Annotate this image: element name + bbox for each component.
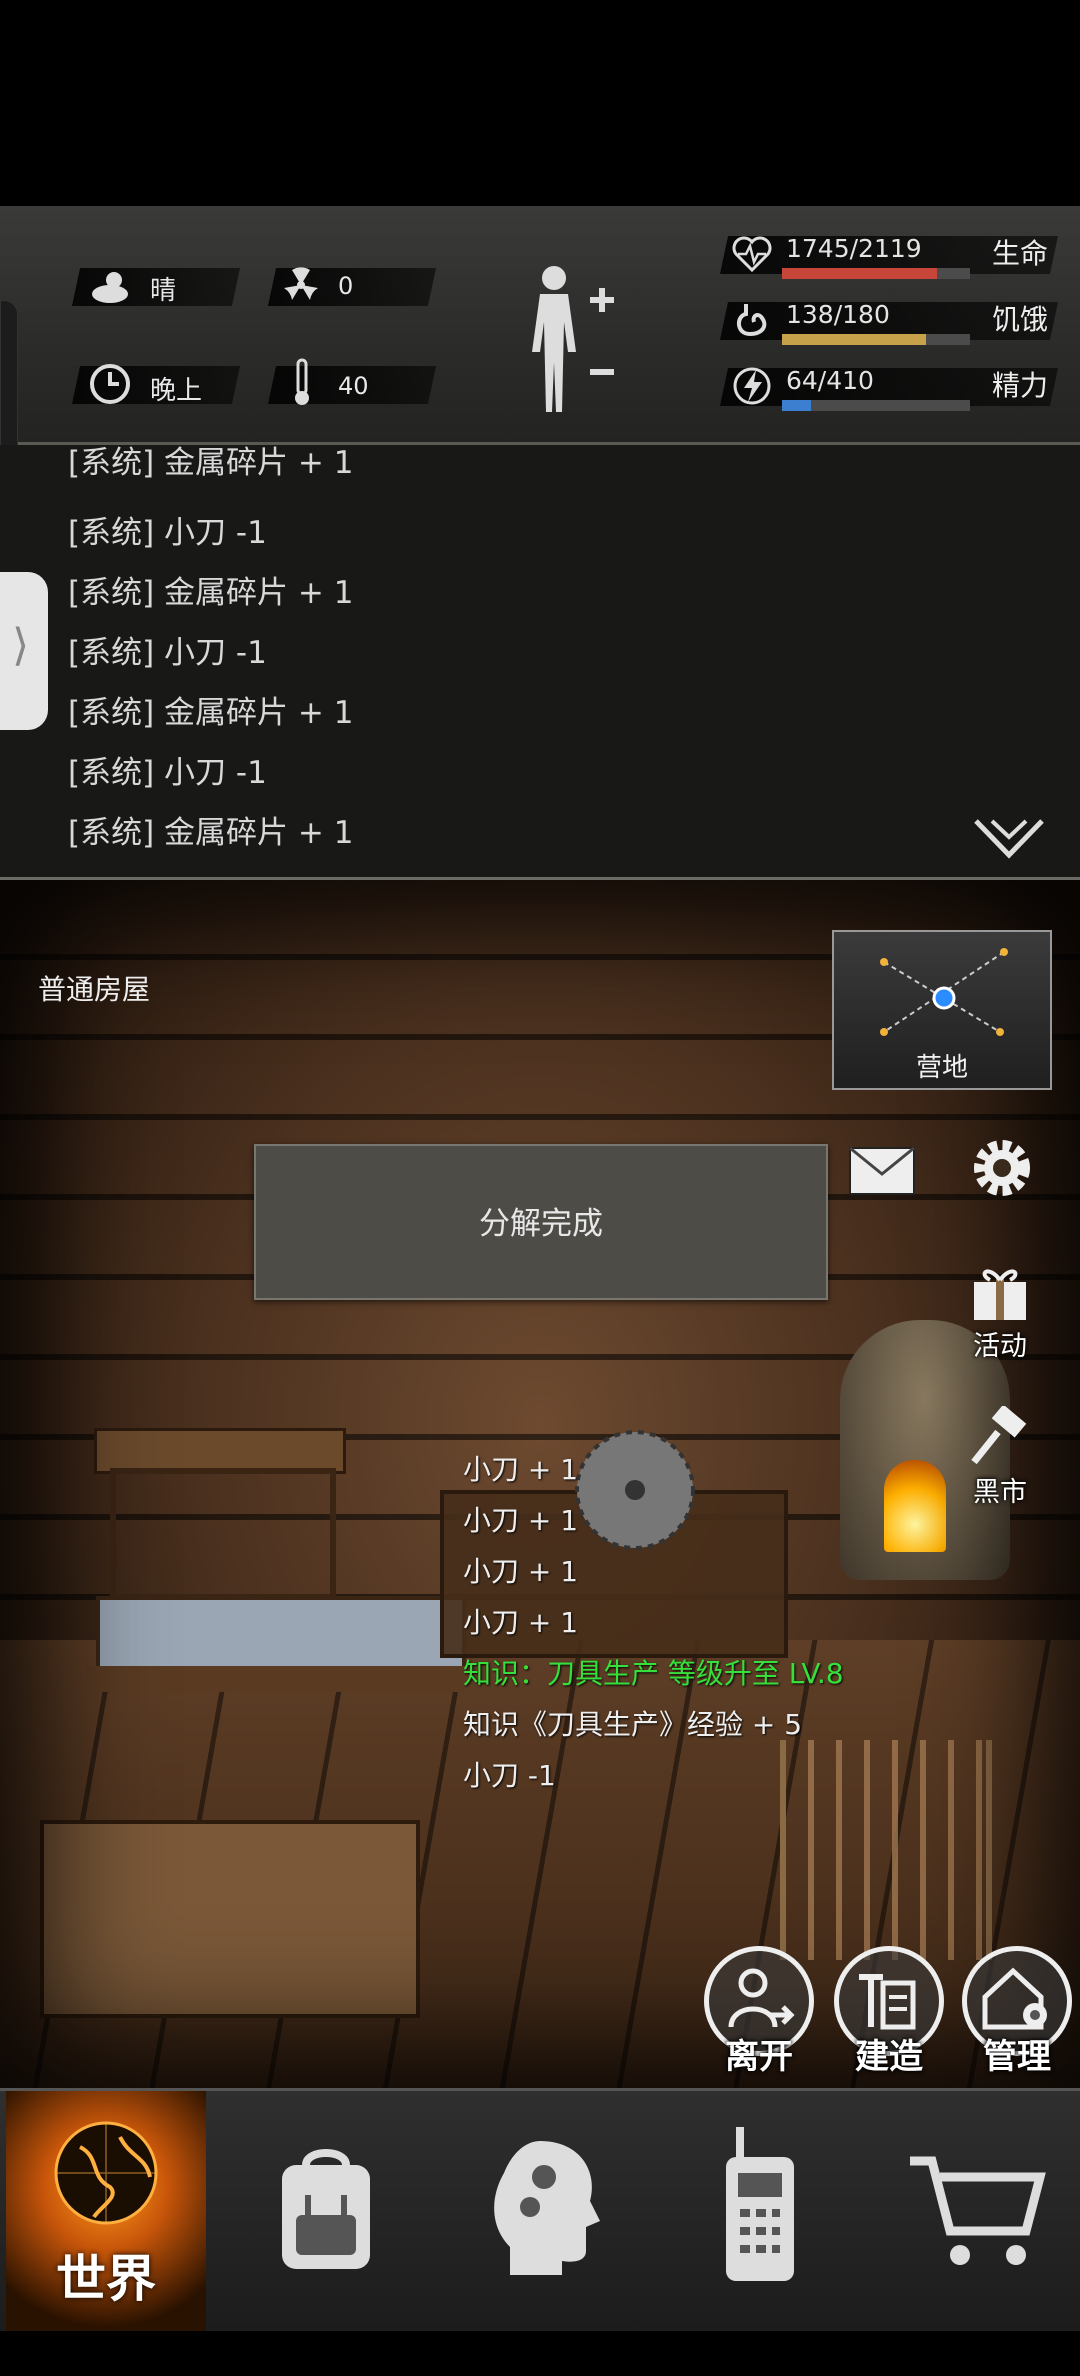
nav-world[interactable]: 世界 xyxy=(6,2091,206,2331)
shopping-cart-icon xyxy=(910,2156,1046,2265)
drying-rack[interactable] xyxy=(780,1740,992,1960)
toast-text: 分解完成 xyxy=(479,1206,603,1242)
globe-icon xyxy=(54,2121,158,2225)
lightning-icon xyxy=(733,367,771,405)
health-bar xyxy=(782,268,970,279)
head-gears-icon xyxy=(494,2141,600,2275)
hunger-value: 138/180 xyxy=(786,300,890,329)
health-label: 生命 xyxy=(992,237,1049,270)
cloudy-sun-icon xyxy=(92,272,128,303)
thermometer-icon xyxy=(295,358,309,405)
radiation-value: 0 xyxy=(338,272,354,300)
toast-message: 分解完成 xyxy=(254,1144,828,1300)
hunger-label: 饥饿 xyxy=(992,303,1049,336)
log-line: [系统] 小刀 -1 xyxy=(68,515,267,551)
activity-message: 小刀 -1 xyxy=(463,1759,556,1792)
workbench-frame xyxy=(110,1468,336,1600)
settings-gear-icon[interactable] xyxy=(964,1130,1040,1206)
activity-message: 知识《刀具生产》经验 + 5 xyxy=(463,1708,803,1741)
minimap-label: 营地 xyxy=(915,1053,968,1083)
clock-icon xyxy=(90,364,130,404)
stomach-icon xyxy=(737,304,767,337)
saw-blade-icon xyxy=(575,1430,695,1550)
walkie-talkie-icon xyxy=(726,2127,794,2281)
leave-button[interactable]: 离开 xyxy=(704,1946,814,2077)
activity-label: 活动 xyxy=(973,1331,1027,1362)
log-line: [系统] 金属碎片 + 1 xyxy=(68,575,354,611)
activity-button[interactable]: 活动 xyxy=(960,1264,1040,1364)
leave-label: 离开 xyxy=(725,2037,793,2077)
nav-world-label: 世界 xyxy=(56,2250,156,2308)
bed[interactable] xyxy=(96,1596,466,1674)
house-gear-icon xyxy=(982,1967,1047,2030)
side-drawer-tab[interactable]: ⟩ xyxy=(0,572,48,730)
nav-skills[interactable] xyxy=(470,2091,620,2331)
activity-message: 小刀 + 1 xyxy=(463,1606,579,1639)
manage-button[interactable]: 管理 xyxy=(962,1946,1072,2077)
knowledge-levelup-message: 知识：刀具生产 等级升至 LV.8 xyxy=(463,1657,844,1690)
heart-pulse-icon xyxy=(732,236,772,273)
health-value: 1745/2119 xyxy=(786,234,922,263)
bottom-nav: 世界 xyxy=(0,2088,1080,2331)
room-name: 普通房屋 xyxy=(38,973,151,1006)
hammer-building-icon xyxy=(859,1974,916,2030)
build-label: 建造 xyxy=(855,2037,923,2077)
furnace-fire xyxy=(884,1460,946,1552)
nav-backpack[interactable] xyxy=(236,2091,416,2331)
log-line: [系统] 小刀 -1 xyxy=(68,755,267,791)
activity-message: 小刀 + 1 xyxy=(463,1453,579,1486)
energy-value: 64/410 xyxy=(786,366,874,395)
activity-message: 小刀 + 1 xyxy=(463,1504,579,1537)
mail-icon[interactable] xyxy=(848,1144,916,1200)
collapse-chevron-icon[interactable] xyxy=(972,815,1046,861)
bed-frame xyxy=(86,1666,468,1692)
build-button[interactable]: 建造 xyxy=(834,1946,944,2077)
minimap-button[interactable]: 营地 xyxy=(832,930,1052,1090)
body-status-icon[interactable] xyxy=(522,262,622,422)
log-line: [系统] 金属碎片 + 1 xyxy=(68,695,354,731)
backpack-icon xyxy=(282,2149,370,2269)
map-route-icon xyxy=(880,948,1008,1036)
log-line: [系统] 金属碎片 + 1 xyxy=(68,445,354,481)
radiation-icon xyxy=(284,267,318,300)
log-line: [系统] 小刀 -1 xyxy=(68,635,267,671)
storage-chest[interactable] xyxy=(40,1820,420,2018)
chevron-right-icon: ⟩ xyxy=(12,620,30,671)
room-scene: 普通房屋 营地 分解完成 活动 黑市 小刀 + 1 小刀 + 1 小刀 + 1 … xyxy=(0,880,1080,2088)
log-line: [系统] 金属碎片 + 1 xyxy=(68,815,354,851)
person-exit-icon xyxy=(728,1968,795,2028)
gavel-icon xyxy=(971,1406,1027,1465)
energy-bar xyxy=(782,400,970,411)
nav-radio[interactable] xyxy=(700,2091,830,2331)
activity-message: 小刀 + 1 xyxy=(463,1555,579,1588)
status-panel: 晴 0 晚上 40 1745/2119 生命 138/180 饥饿 64/410… xyxy=(0,206,1080,445)
weather-text: 晴 xyxy=(150,276,177,306)
energy-label: 精力 xyxy=(992,369,1049,402)
time-of-day-text: 晚上 xyxy=(150,376,203,406)
nav-shop[interactable] xyxy=(900,2091,1060,2331)
message-log[interactable]: [系统] 金属碎片 + 1 [系统] 小刀 -1 [系统] 金属碎片 + 1 [… xyxy=(0,445,1080,880)
temperature-value: 40 xyxy=(338,372,369,400)
black-market-label: 黑市 xyxy=(973,1477,1027,1508)
manage-label: 管理 xyxy=(983,2037,1051,2077)
hunger-bar xyxy=(782,334,970,345)
black-market-button[interactable]: 黑市 xyxy=(960,1406,1040,1516)
gift-icon xyxy=(974,1269,1026,1320)
